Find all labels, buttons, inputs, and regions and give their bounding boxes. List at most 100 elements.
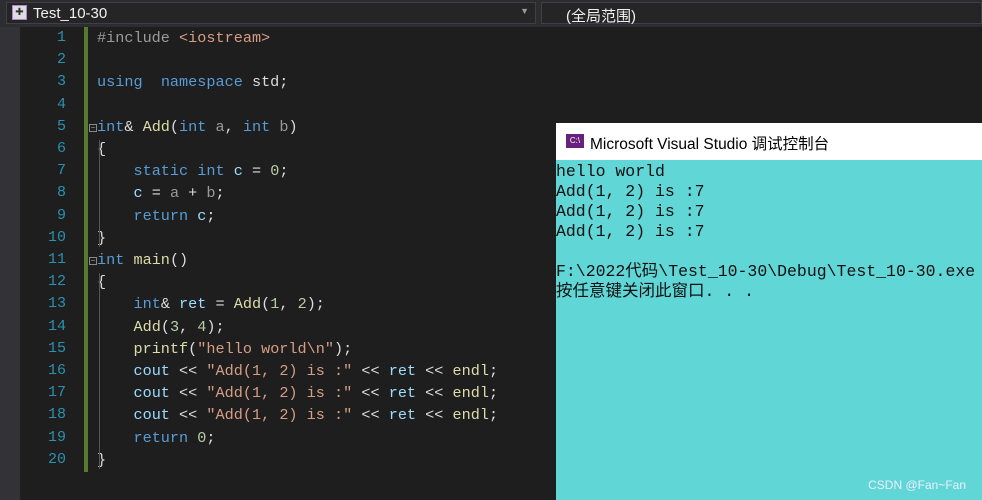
chevron-down-icon: ▼ — [520, 6, 529, 16]
code-token: int — [97, 251, 125, 269]
code-token: cout — [133, 384, 170, 403]
console-line: F:\2022代码\Test_10-30\Debug\Test_10-30.ex… — [556, 262, 976, 281]
line-number: 20 — [47, 450, 66, 468]
line-number: 2 — [56, 51, 66, 69]
line-number: 12 — [47, 273, 66, 291]
fold-toggle-icon[interactable]: − — [89, 257, 97, 265]
code-token: printf — [133, 339, 189, 358]
code-token: a — [215, 117, 225, 136]
line-number: 19 — [47, 428, 66, 446]
code-token: return — [133, 428, 189, 447]
debug-console-window[interactable]: C:\ Microsoft Visual Studio 调试控制台 hello … — [556, 123, 982, 500]
code-token: c — [133, 184, 143, 203]
code-token: , — [224, 117, 243, 136]
code-token: endl — [452, 406, 489, 425]
code-token: ( — [160, 317, 170, 336]
line-number: 14 — [47, 317, 66, 335]
watermark: CSDN @Fan~Fan — [868, 478, 966, 492]
code-token: ); — [334, 339, 353, 358]
code-token: #include — [97, 29, 180, 47]
code-token: ret — [388, 406, 417, 425]
code-token: << — [416, 384, 453, 403]
code-token: endl — [452, 362, 489, 380]
code-token: 3 — [169, 317, 180, 336]
code-line[interactable]: using namespace std; — [97, 73, 288, 91]
code-token: a — [169, 184, 180, 203]
console-line: Add(1, 2) is :7 — [556, 182, 705, 201]
navigation-bar: ✚ Test_10-30 ▼ (全局范围) — [0, 0, 982, 27]
scope-dropdown[interactable]: (全局范围) — [541, 2, 982, 25]
code-line[interactable]: cout << "Add(1, 2) is :" << ret << endl; — [97, 362, 498, 380]
code-token: 2 — [297, 295, 307, 314]
code-token: = — [142, 184, 170, 203]
code-line[interactable]: printf("hello world\n"); — [97, 340, 352, 358]
fold-toggle-icon[interactable]: − — [89, 123, 97, 132]
code-line[interactable]: cout << "Add(1, 2) is :" << ret << endl; — [97, 406, 498, 424]
code-token: c — [233, 162, 243, 181]
code-token: + — [179, 184, 207, 203]
code-token: , — [179, 317, 198, 336]
console-output: hello world Add(1, 2) is :7 Add(1, 2) is :… — [556, 162, 975, 302]
code-line[interactable]: cout << "Add(1, 2) is :" << ret << endl; — [97, 384, 498, 402]
line-number: 18 — [47, 406, 66, 424]
code-token: ; — [279, 162, 289, 181]
code-token: 0 — [270, 162, 280, 181]
console-line: hello world — [556, 162, 665, 181]
line-number: 10 — [47, 228, 66, 246]
code-line[interactable]: #include <iostream> — [97, 29, 270, 47]
line-number: 3 — [56, 73, 66, 91]
code-token: << — [416, 406, 453, 425]
code-line[interactable]: return c; — [97, 207, 215, 225]
code-line[interactable]: int& ret = Add(1, 2); — [97, 295, 325, 314]
code-token: int — [242, 117, 271, 136]
code-line[interactable]: static int c = 0; — [97, 162, 288, 180]
code-token: <iostream> — [179, 29, 271, 47]
code-token: static — [133, 162, 189, 181]
line-number: 5 — [56, 117, 66, 135]
code-token: << — [352, 384, 389, 403]
code-token: ret — [388, 362, 417, 380]
code-line[interactable]: c = a + b; — [97, 184, 224, 203]
line-number: 15 — [47, 339, 66, 357]
scope-dropdown-label: (全局范围) — [566, 8, 636, 25]
code-token: ret — [179, 295, 207, 314]
code-token: ret — [388, 384, 417, 403]
code-token: ; — [488, 406, 499, 425]
code-token: Add — [142, 117, 170, 136]
code-token: << — [169, 362, 207, 380]
code-token: cout — [133, 362, 170, 380]
code-token: & — [160, 295, 180, 314]
code-token: "Add(1, 2) is :" — [206, 384, 353, 403]
line-number: 11 — [47, 251, 66, 268]
console-title-bar[interactable]: C:\ Microsoft Visual Studio 调试控制台 — [556, 123, 982, 160]
code-token: namespace — [160, 73, 243, 92]
code-token: , — [279, 295, 298, 314]
code-token: Add — [133, 317, 161, 336]
file-dropdown[interactable]: ✚ Test_10-30 ▼ — [6, 2, 536, 24]
editor-margin — [0, 27, 20, 500]
code-line[interactable]: int& Add(int a, int b) — [97, 118, 298, 136]
code-token: b — [206, 184, 216, 203]
line-number: 17 — [47, 384, 66, 402]
code-line[interactable]: return 0; — [97, 428, 215, 447]
code-token: ); — [306, 295, 325, 314]
code-line[interactable]: Add(3, 4); — [97, 317, 224, 336]
code-token: << — [352, 362, 389, 380]
line-number: 13 — [47, 295, 66, 313]
code-line[interactable]: int main() — [97, 251, 188, 269]
line-number: 8 — [56, 184, 66, 202]
code-token: << — [416, 362, 453, 380]
line-number: 16 — [47, 362, 66, 379]
